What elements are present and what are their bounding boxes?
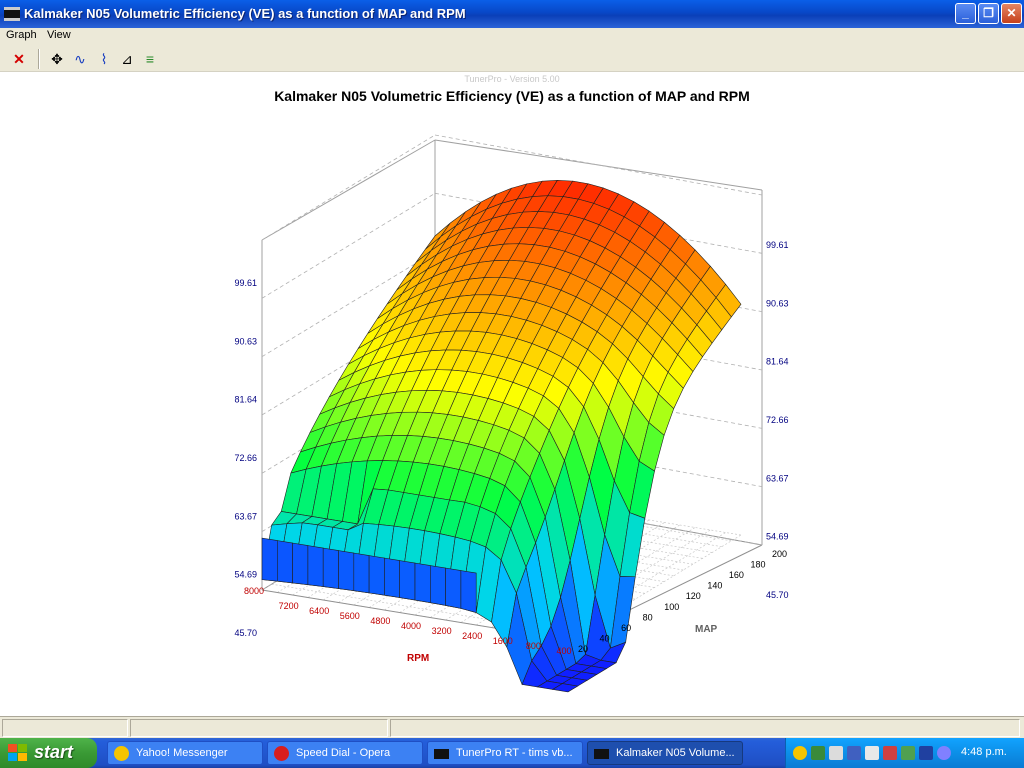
window-title: Kalmaker N05 Volumetric Efficiency (VE) …: [24, 6, 466, 21]
map-tick-label: 160: [729, 570, 744, 580]
ve-surface: [261, 179, 742, 693]
menu-view[interactable]: View: [47, 29, 71, 41]
toolbar: ✕ ✥ ∿ ⌇ ⊿ ≡: [0, 45, 1024, 72]
z-tick-left: 81.64: [234, 395, 257, 405]
z-tick-left: 63.67: [234, 511, 257, 521]
task-tunerpro[interactable]: TunerPro RT - tims vb...: [427, 741, 583, 765]
security-tray-icon[interactable]: [883, 746, 897, 760]
rpm-tick-label: 2400: [462, 631, 482, 641]
z-axis-right-ticks: 45.70 54.69 63.67 72.66 81.64 90.63 99.61: [766, 240, 789, 600]
status-bar: [0, 716, 1024, 738]
z-tick-left: 45.70: [234, 628, 257, 638]
menu-bar: Graph View: [0, 28, 1024, 45]
start-button[interactable]: start: [0, 738, 97, 768]
rpm-axis-label: RPM: [407, 653, 429, 664]
update-tray-icon[interactable]: [937, 746, 951, 760]
maximize-button[interactable]: ❐: [978, 3, 999, 24]
map-tick-label: 180: [750, 560, 765, 570]
rpm-tick-label: 7200: [279, 601, 299, 611]
rpm-tick-label: 1600: [493, 636, 513, 646]
close-x-icon[interactable]: ✕: [9, 49, 29, 69]
chart-title: Kalmaker N05 Volumetric Efficiency (VE) …: [274, 88, 750, 104]
map-tick-label: 80: [643, 612, 653, 622]
app-tray-icon[interactable]: [901, 746, 915, 760]
opera-icon: [274, 746, 289, 761]
map-tick-label: 120: [686, 591, 701, 601]
rpm-tick-label: 4000: [401, 621, 421, 631]
z-tick-right: 99.61: [766, 240, 789, 250]
move-icon[interactable]: ✥: [47, 49, 67, 69]
app-icon: [4, 7, 20, 21]
rpm-tick-label: 5600: [340, 611, 360, 621]
chart-icon[interactable]: ⌇: [94, 49, 114, 69]
graph-area[interactable]: TunerPro - Version 5.00 Kalmaker N05 Vol…: [0, 72, 1024, 716]
z-tick-left: 54.69: [234, 570, 257, 580]
z-tick-left: 99.61: [234, 278, 257, 288]
device-tray-icon[interactable]: [919, 746, 933, 760]
task-yahoo-messenger[interactable]: Yahoo! Messenger: [107, 741, 263, 765]
network-tray-icon[interactable]: [811, 746, 825, 760]
watermark: TunerPro - Version 5.00: [464, 74, 559, 84]
z-tick-left: 72.66: [234, 453, 257, 463]
system-tray: 4:48 p.m.: [785, 738, 1024, 768]
legend-icon[interactable]: ≡: [140, 49, 160, 69]
display-tray-icon[interactable]: [829, 746, 843, 760]
menu-graph[interactable]: Graph: [6, 29, 37, 41]
map-tick-label: 20: [578, 644, 588, 654]
rpm-tick-label: 4800: [370, 616, 390, 626]
rpm-tick-label: 800: [526, 641, 541, 651]
z-tick-right: 54.69: [766, 532, 789, 542]
windows-logo-icon: [8, 744, 28, 762]
close-button[interactable]: ✕: [1001, 3, 1022, 24]
z-tick-right: 63.67: [766, 473, 789, 483]
rpm-tick-label: 8000: [244, 586, 264, 596]
yahoo-icon: [114, 746, 129, 761]
clock: 4:48 p.m.: [961, 746, 1007, 758]
surface-plot[interactable]: TunerPro - Version 5.00 Kalmaker N05 Vol…: [0, 72, 1024, 716]
map-tick-label: 60: [621, 623, 631, 633]
start-label: start: [34, 742, 74, 762]
volume-tray-icon[interactable]: [865, 746, 879, 760]
rpm-tick-label: 400: [556, 646, 571, 656]
graph-window-icon: [594, 749, 609, 759]
toolbar-separator: [38, 49, 40, 69]
yahoo-tray-icon[interactable]: [793, 746, 807, 760]
z-axis-left-ticks: 45.70 54.69 63.67 72.66 81.64 90.63 99.61: [234, 278, 257, 638]
z-tick-right: 81.64: [766, 357, 789, 367]
status-pane-2: [130, 719, 388, 737]
minimize-button[interactable]: _: [955, 3, 976, 24]
map-axis-label: MAP: [695, 624, 718, 635]
status-pane-3: [390, 719, 1020, 737]
z-tick-right: 90.63: [766, 298, 789, 308]
z-tick-right: 72.66: [766, 415, 789, 425]
task-kalmaker-graph[interactable]: Kalmaker N05 Volume...: [587, 741, 743, 765]
monitor-tray-icon[interactable]: [847, 746, 861, 760]
title-bar[interactable]: Kalmaker N05 Volumetric Efficiency (VE) …: [0, 0, 1024, 28]
z-tick-left: 90.63: [234, 336, 257, 346]
map-tick-label: 140: [707, 581, 722, 591]
status-pane-1: [2, 719, 128, 737]
taskbar: start Yahoo! Messenger Speed Dial - Oper…: [0, 738, 1024, 768]
rpm-tick-label: 3200: [432, 626, 452, 636]
tunerpro-icon: [434, 749, 449, 759]
z-tick-right: 45.70: [766, 590, 789, 600]
surface-icon[interactable]: ⊿: [117, 49, 137, 69]
map-tick-label: 200: [772, 549, 787, 559]
rpm-tick-label: 6400: [309, 606, 329, 616]
map-tick-label: 40: [600, 633, 610, 643]
line-plot-icon[interactable]: ∿: [70, 49, 90, 69]
map-tick-label: 100: [664, 602, 679, 612]
task-opera[interactable]: Speed Dial - Opera: [267, 741, 423, 765]
